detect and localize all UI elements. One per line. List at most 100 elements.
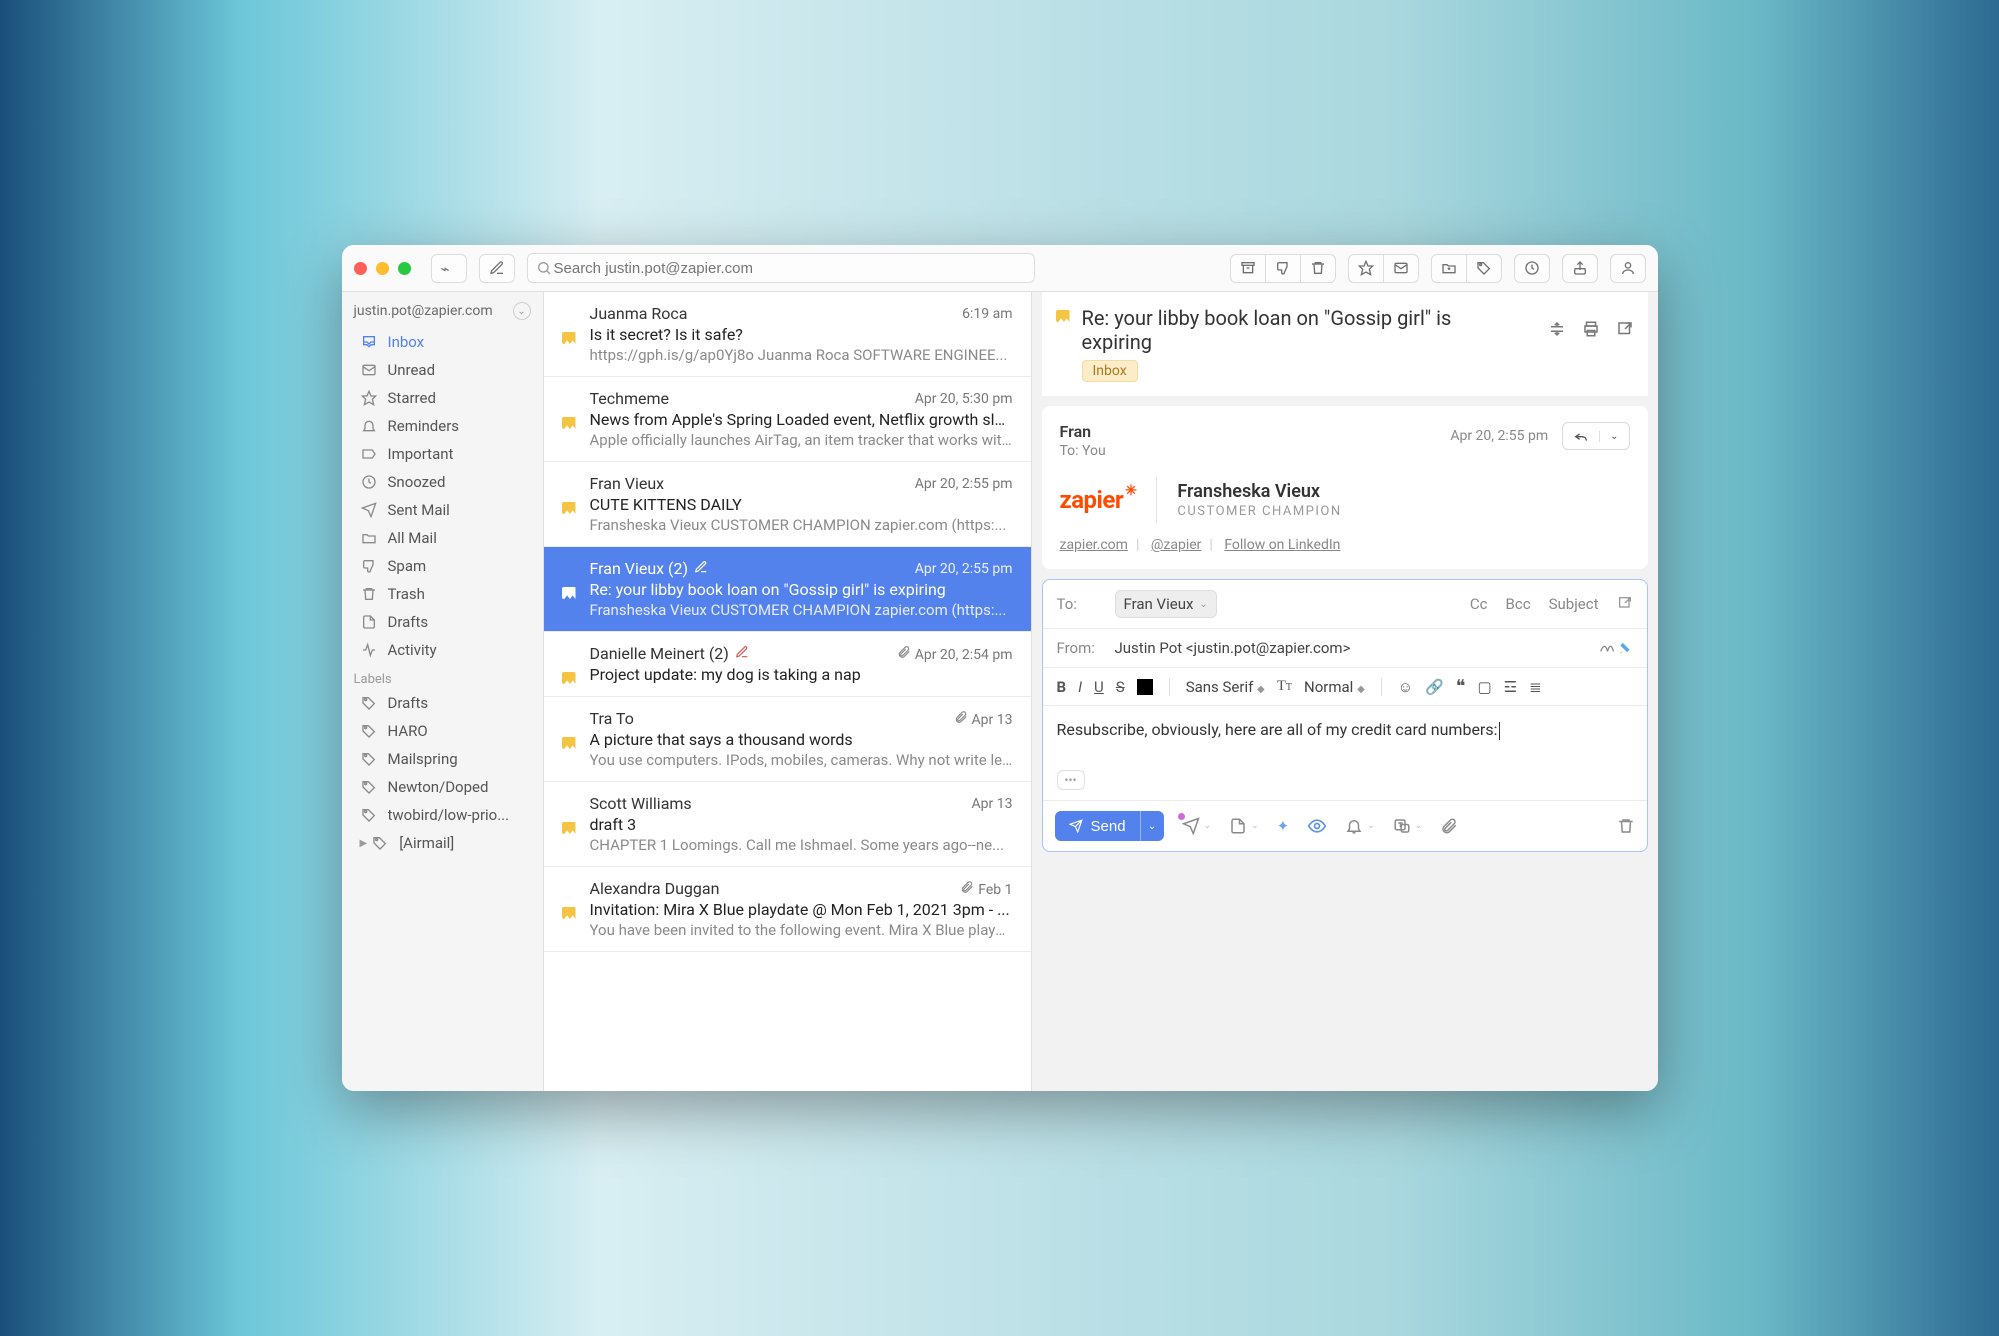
discard-button[interactable] [1617, 817, 1635, 835]
quote-button[interactable]: ❝ [1456, 676, 1466, 697]
bold-button[interactable]: B [1057, 678, 1067, 696]
sidebar-item-trash[interactable]: Trash [342, 580, 543, 608]
sidebar-item-activity[interactable]: Activity [342, 636, 543, 664]
color-swatch[interactable] [1137, 679, 1153, 695]
sidebar-item-drafts[interactable]: Drafts [342, 608, 543, 636]
message-when: Apr 13 [954, 710, 1013, 728]
recipient-chip[interactable]: Fran Vieux⌄ [1115, 590, 1217, 618]
trash-button[interactable] [1300, 254, 1336, 283]
link-site[interactable]: zapier.com [1060, 537, 1128, 553]
compose-button[interactable] [479, 254, 515, 283]
reply-dropdown[interactable]: ⌄ [1599, 431, 1628, 442]
message-row[interactable]: Scott WilliamsApr 13draft 3CHAPTER 1 Loo… [544, 782, 1031, 867]
font-size-select[interactable]: Normal ◆ [1304, 678, 1365, 696]
label-item[interactable]: Newton/Doped [342, 773, 543, 801]
close-window-button[interactable] [354, 262, 367, 275]
sidebar-item-label: Spam [388, 557, 427, 575]
sidebar-item-starred[interactable]: Starred [342, 384, 543, 412]
strike-button[interactable]: S [1116, 678, 1125, 696]
message-row[interactable]: Fran VieuxApr 20, 2:55 pmCUTE KITTENS DA… [544, 462, 1031, 547]
message-row[interactable]: Fran Vieux (2)Apr 20, 2:55 pmRe: your li… [544, 547, 1031, 632]
sidebar-item-reminders[interactable]: Reminders [342, 412, 543, 440]
print-icon[interactable] [1582, 320, 1600, 338]
spam-button[interactable] [1265, 254, 1301, 283]
sidebar-item-inbox[interactable]: Inbox [342, 328, 543, 356]
archive-button[interactable] [1230, 254, 1266, 283]
popout-icon[interactable] [1617, 595, 1633, 611]
ai-button[interactable]: ✦ [1277, 817, 1290, 835]
label-item[interactable]: HARO [342, 717, 543, 745]
minimize-window-button[interactable] [376, 262, 389, 275]
collapse-icon[interactable] [1548, 320, 1566, 338]
label-button[interactable] [1466, 254, 1502, 283]
trash-icon [1617, 817, 1635, 835]
mark-unread-button[interactable] [1383, 254, 1419, 283]
snooze-button[interactable] [1514, 254, 1550, 283]
link-twitter[interactable]: @zapier [1151, 537, 1202, 553]
tag-icon [360, 751, 378, 767]
compose-body[interactable]: Resubscribe, obviously, here are all of … [1043, 706, 1647, 766]
preview-button[interactable] [1307, 816, 1327, 836]
ordered-list-button[interactable]: ☲ [1504, 678, 1517, 696]
signature-icon[interactable] [1599, 639, 1633, 657]
search-input[interactable] [552, 259, 1026, 278]
move-button[interactable] [1431, 254, 1467, 283]
labels-header: Labels [342, 664, 543, 689]
from-value[interactable]: Justin Pot <justin.pot@zapier.com> [1115, 639, 1351, 657]
reply-button[interactable]: ⌄ [1562, 422, 1629, 450]
attach-button[interactable] [1440, 817, 1458, 835]
subject-button[interactable]: Subject [1549, 595, 1599, 613]
templates-button[interactable]: ⌄ [1229, 817, 1259, 835]
popout-icon[interactable] [1616, 320, 1634, 338]
message-preview: CHAPTER 1 Loomings. Call me Ishmael. Som… [590, 836, 1013, 854]
message-when: Apr 20, 2:55 pm [915, 561, 1013, 577]
message-preview: Apple officially launches AirTag, an ite… [590, 431, 1013, 449]
unordered-list-button[interactable]: ≣ [1529, 678, 1542, 696]
share-button[interactable] [1562, 254, 1598, 283]
to-label: To: [1057, 595, 1105, 613]
sidebar-item-all-mail[interactable]: All Mail [342, 524, 543, 552]
send-dropdown[interactable]: ⌄ [1140, 811, 1164, 841]
sidebar-item-unread[interactable]: Unread [342, 356, 543, 384]
star-button[interactable] [1348, 254, 1384, 283]
font-family-select[interactable]: Sans Serif ◆ [1186, 678, 1265, 696]
sidebar-item-spam[interactable]: Spam [342, 552, 543, 580]
reader-tag[interactable]: Inbox [1082, 360, 1138, 382]
emoji-button[interactable]: ☺ [1398, 678, 1413, 696]
sidebar-item-important[interactable]: Important [342, 440, 543, 468]
message-row[interactable]: Danielle Meinert (2)Apr 20, 2:54 pmProje… [544, 632, 1031, 697]
contact-button[interactable] [1610, 254, 1646, 283]
search-field[interactable] [527, 253, 1035, 283]
read-receipt-button[interactable]: ⌄ [1182, 817, 1212, 835]
toolbar: ⌁ [342, 245, 1658, 292]
zoom-window-button[interactable] [398, 262, 411, 275]
sidebar-item-sent-mail[interactable]: Sent Mail [342, 496, 543, 524]
send-button[interactable]: Send [1055, 811, 1140, 841]
link-linkedin[interactable]: Follow on LinkedIn [1224, 537, 1340, 553]
sidebar-item-snoozed[interactable]: Snoozed [342, 468, 543, 496]
label-item[interactable]: ▶[Airmail] [342, 829, 543, 857]
message-row[interactable]: Juanma Roca6:19 amIs it secret? Is it sa… [544, 292, 1031, 377]
sidebar-item-label: Snoozed [388, 473, 446, 491]
window-controls [354, 262, 411, 275]
activity-toolbar-button[interactable]: ⌁ [431, 254, 467, 283]
underline-button[interactable]: U [1094, 678, 1104, 696]
account-switcher[interactable]: justin.pot@zapier.com ⌄ [342, 298, 543, 328]
message-row[interactable]: Alexandra DugganFeb 1Invitation: Mira X … [544, 867, 1031, 952]
message-subject: Re: your libby book loan on "Gossip girl… [590, 580, 1013, 599]
message-row[interactable]: Tra ToApr 13A picture that says a thousa… [544, 697, 1031, 782]
message-list[interactable]: Juanma Roca6:19 amIs it secret? Is it sa… [544, 292, 1032, 1091]
label-item[interactable]: Mailspring [342, 745, 543, 773]
message-row[interactable]: TechmemeApr 20, 5:30 pmNews from Apple's… [544, 377, 1031, 462]
label-item[interactable]: twobird/low-prio... [342, 801, 543, 829]
show-quoted-button[interactable]: ••• [1057, 770, 1085, 790]
code-button[interactable]: ▢ [1477, 678, 1491, 696]
cc-button[interactable]: Cc [1470, 595, 1488, 613]
label-item[interactable]: Drafts [342, 689, 543, 717]
reminder-button[interactable]: ⌄ [1345, 817, 1375, 835]
italic-button[interactable]: I [1078, 678, 1082, 696]
share-group [1562, 254, 1598, 283]
bcc-button[interactable]: Bcc [1506, 595, 1531, 613]
link-button[interactable]: 🔗 [1425, 678, 1444, 696]
translate-button[interactable]: ⌄ [1393, 817, 1423, 835]
